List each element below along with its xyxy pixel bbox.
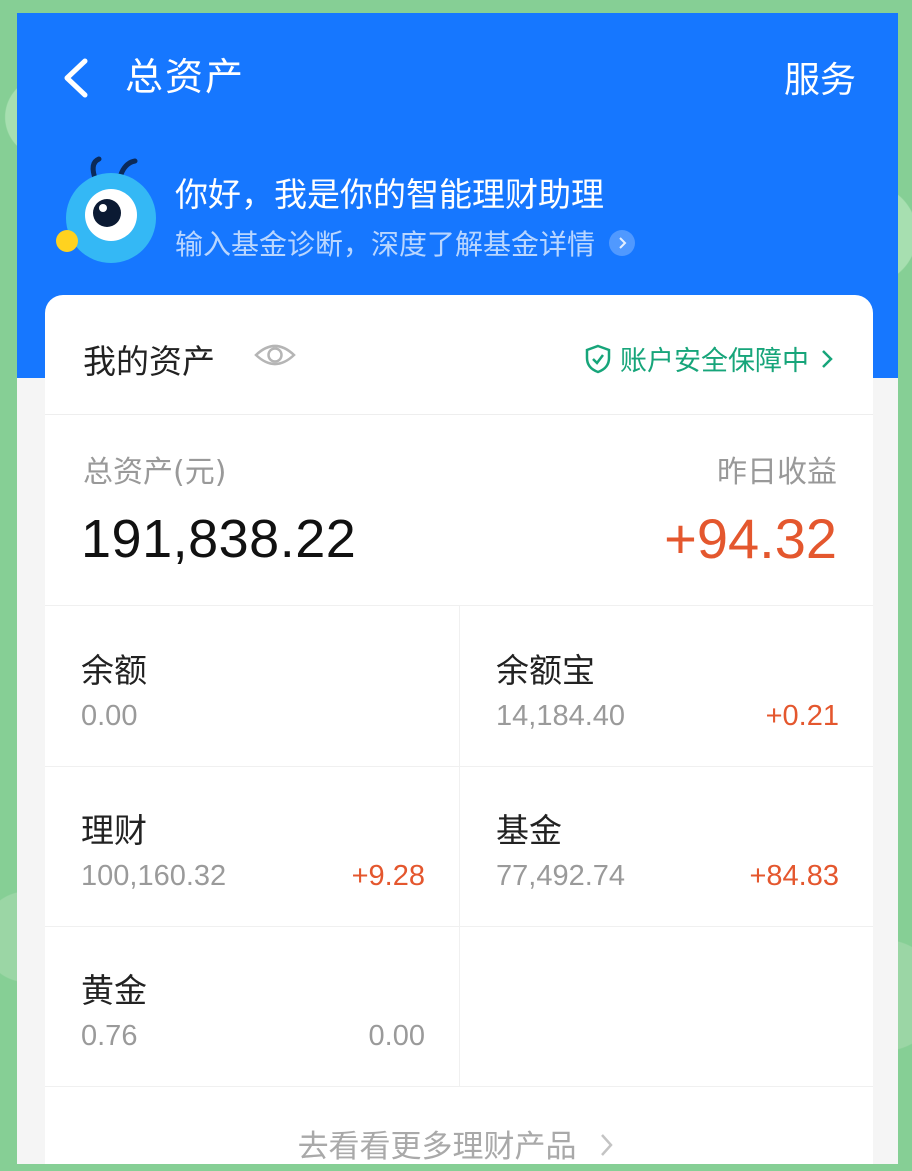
asset-grid-empty-cell [459,926,873,1086]
assistant-subtitle: 输入基金诊断，深度了解基金详情 [175,228,596,261]
asset-grid: 余额 0.00 余额宝 14,184.40 +0.21 理财 100,160.3… [45,605,873,1087]
app-screen: 总资产 服务 你好，我是你的智能理财助理 输入基金诊断，深度了解基金详情 我的资… [17,13,898,1164]
service-button[interactable]: 服务 [784,51,856,103]
smart-assistant-banner[interactable]: 你好，我是你的智能理财助理 输入基金诊断，深度了解基金详情 [51,153,851,288]
chevron-right-icon [609,230,636,256]
page-title: 总资产 [125,55,246,99]
chevron-left-icon [64,58,88,98]
asset-name: 黄金 [81,971,147,1010]
more-products-link[interactable]: 去看看更多理财产品 [45,1121,873,1164]
total-assets-value: 191,838.22 [81,509,357,569]
assistant-mascot-icon [56,156,156,263]
asset-item-fund[interactable]: 基金 77,492.74 +84.83 [459,766,873,926]
more-products-label: 去看看更多理财产品 [297,1129,577,1164]
eye-icon[interactable] [253,337,297,373]
asset-item-balance[interactable]: 余额 0.00 [45,606,459,766]
total-assets-label: 总资产(元) [83,455,227,490]
asset-name: 理财 [81,811,147,850]
asset-amount: 0.00 [81,700,138,732]
assistant-title: 你好，我是你的智能理财助理 [175,175,604,214]
asset-name: 余额宝 [496,651,595,690]
assistant-subtitle-row: 输入基金诊断，深度了解基金详情 [175,223,636,263]
asset-amount: 100,160.32 [81,860,227,892]
chevron-right-icon [822,349,833,368]
asset-amount: 14,184.40 [496,700,626,732]
asset-change: 0.00 [368,1020,425,1052]
asset-change: +0.21 [765,700,839,732]
shield-icon [585,344,611,373]
yesterday-earnings-value: +94.32 [664,507,837,570]
asset-item-wealth[interactable]: 理财 100,160.32 +9.28 [45,766,459,926]
chevron-right-icon [601,1134,614,1156]
security-text: 账户安全保障中 [620,346,809,377]
yesterday-earnings-label: 昨日收益 [717,455,837,490]
asset-change: +84.83 [749,860,839,892]
asset-name: 基金 [496,811,562,850]
assets-card: 我的资产 账户安全保障中 总资产(元) 191,838.22 昨日收益 +94.… [45,295,873,1164]
asset-change: +9.28 [351,860,425,892]
asset-item-gold[interactable]: 黄金 0.76 0.00 [45,926,459,1086]
account-security-link[interactable]: 账户安全保障中 [584,339,837,378]
row-divider [45,1086,873,1087]
back-button[interactable] [53,53,103,103]
asset-amount: 77,492.74 [496,860,626,892]
asset-name: 余额 [81,651,147,690]
asset-item-yuebao[interactable]: 余额宝 14,184.40 +0.21 [459,606,873,766]
asset-amount: 0.76 [81,1020,138,1052]
top-bar: 总资产 服务 [17,13,898,131]
my-assets-heading: 我的资产 [83,342,215,381]
assets-card-header: 我的资产 账户安全保障中 [45,295,873,415]
